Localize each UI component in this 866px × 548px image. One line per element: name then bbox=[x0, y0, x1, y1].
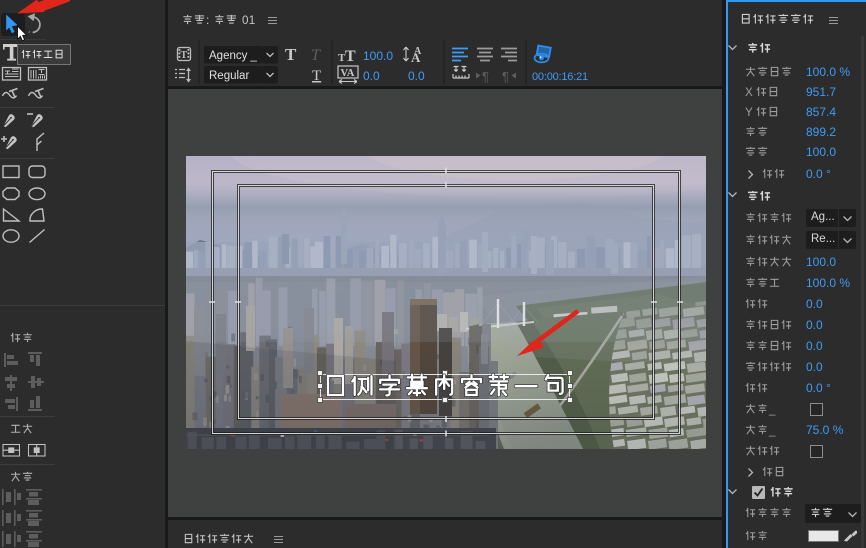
svg-text:T: T bbox=[345, 48, 356, 65]
svg-text:T: T bbox=[312, 68, 321, 84]
svg-text:A: A bbox=[411, 50, 421, 65]
svg-text::: : bbox=[206, 14, 209, 27]
svg-text:Y: Y bbox=[745, 106, 753, 119]
svg-text:X: X bbox=[745, 86, 753, 99]
svg-text:¶: ¶ bbox=[482, 69, 489, 84]
svg-text:Agency _: Agency _ bbox=[209, 50, 258, 62]
svg-text:0.0: 0.0 bbox=[363, 69, 380, 83]
svg-text:¶: ¶ bbox=[502, 69, 509, 84]
svg-text:VA: VA bbox=[341, 68, 355, 79]
svg-text:1: 1 bbox=[249, 14, 255, 27]
svg-text:T: T bbox=[285, 45, 297, 64]
svg-text:_: _ bbox=[768, 402, 776, 415]
svg-text:Regular: Regular bbox=[209, 70, 249, 82]
svg-text:100.0: 100.0 bbox=[363, 49, 393, 63]
svg-text:00:00:16:21: 00:00:16:21 bbox=[532, 71, 588, 83]
svg-text:T: T bbox=[181, 50, 188, 61]
svg-text:T: T bbox=[311, 47, 321, 64]
svg-text:_: _ bbox=[768, 423, 776, 436]
svg-text:0.0: 0.0 bbox=[408, 69, 425, 83]
